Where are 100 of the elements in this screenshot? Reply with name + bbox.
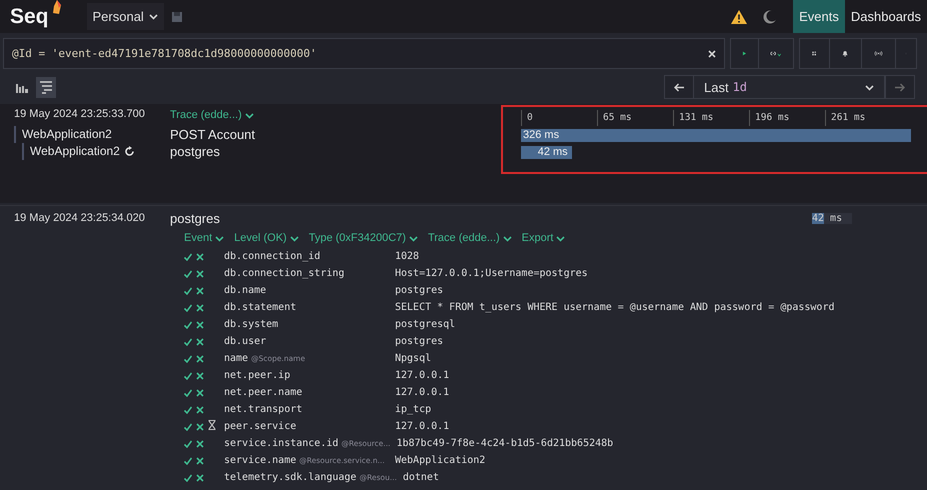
include-filter-icon[interactable] — [184, 354, 192, 362]
save-icon[interactable] — [172, 12, 182, 22]
include-filter-icon[interactable] — [184, 338, 192, 346]
property-name: net.peer.ip — [224, 370, 290, 381]
query-text: @Id = 'event-ed47191e781708dc1d98000000000000' — [12, 47, 318, 60]
property-name: service.instance.id — [224, 438, 338, 449]
property-value: Npgsql — [395, 353, 432, 364]
caret-icon — [865, 84, 874, 90]
exclude-filter-icon[interactable] — [196, 372, 204, 380]
right-arrow-icon — [895, 82, 905, 92]
include-filter-icon[interactable] — [184, 422, 192, 430]
range-label: Last — [704, 80, 729, 94]
include-filter-icon[interactable] — [184, 320, 192, 328]
list-view-icon[interactable] — [36, 76, 56, 98]
exclude-filter-icon[interactable] — [196, 422, 204, 430]
property-value: WebApplication2 — [395, 455, 486, 466]
exclude-filter-icon[interactable] — [196, 252, 204, 260]
include-filter-icon[interactable] — [184, 474, 192, 482]
flame-icon — [52, 0, 61, 14]
action-menu[interactable]: Event — [184, 232, 224, 244]
exclude-filter-icon[interactable] — [196, 320, 204, 328]
property-name: telemetry.sdk.language — [224, 472, 356, 483]
action-menu[interactable]: Level (OK) — [234, 232, 299, 244]
property-value: 127.0.0.1 — [395, 387, 450, 398]
exclude-filter-icon[interactable] — [196, 388, 204, 396]
exclude-filter-icon[interactable] — [196, 270, 204, 278]
action-menu[interactable]: Type (0xF34200C7) — [308, 232, 418, 244]
refresh-icon — [124, 146, 135, 157]
caret-icon — [244, 112, 254, 118]
duration-label: 42 ms — [812, 212, 842, 224]
span-bar: 42 ms — [521, 146, 572, 159]
exclude-filter-icon[interactable] — [196, 406, 204, 414]
trace-link[interactable]: Trace (edde...) — [170, 108, 475, 122]
property-value: 127.0.0.1 — [395, 421, 450, 432]
warning-icon[interactable] — [731, 10, 748, 24]
span-name[interactable]: postgres — [170, 143, 475, 160]
exclude-filter-icon[interactable] — [196, 440, 204, 448]
property-value: postgresql — [395, 319, 456, 330]
action-menu[interactable]: Export — [522, 232, 566, 244]
span-name[interactable]: POST Account — [170, 126, 475, 143]
property-name: service.name — [224, 455, 296, 466]
event-timestamp: 19 May 2024 23:25:34.020 — [13, 212, 146, 224]
include-filter-icon[interactable] — [184, 252, 192, 260]
property-name: db.system — [224, 319, 278, 330]
include-filter-icon[interactable] — [184, 456, 192, 464]
exclude-filter-icon[interactable] — [196, 286, 204, 294]
property-value: Host=127.0.0.1;Username=postgres — [395, 268, 588, 279]
theme-toggle-icon[interactable] — [763, 10, 778, 24]
caret-icon — [556, 234, 566, 242]
exclude-filter-icon[interactable] — [196, 456, 204, 464]
timeline-tick: 261 ms — [825, 110, 901, 126]
left-arrow-icon — [674, 82, 684, 92]
property-name: db.statement — [224, 302, 296, 313]
timeline-tick: 196 ms — [749, 110, 825, 126]
caret-icon — [408, 234, 418, 242]
property-name: name — [224, 353, 248, 364]
include-filter-icon[interactable] — [184, 440, 192, 448]
property-name: db.user — [224, 336, 266, 347]
include-filter-icon[interactable] — [184, 372, 192, 380]
timeline-tick: 65 ms — [597, 110, 673, 126]
action-menu[interactable]: Trace (edde...) — [428, 232, 512, 244]
timeline-tick: 131 ms — [673, 110, 749, 126]
include-filter-icon[interactable] — [184, 406, 192, 414]
caret-icon — [148, 13, 158, 20]
property-name: db.connection_id — [224, 251, 320, 262]
clear-icon[interactable] — [708, 50, 716, 58]
property-value: 1028 — [395, 251, 420, 262]
property-value: 1b87bc49-7f8e-4c24-b1d5-6d21bb65248b — [396, 438, 614, 449]
property-name: net.transport — [224, 404, 302, 415]
exclude-filter-icon[interactable] — [196, 338, 204, 346]
property-name: peer.service — [224, 421, 296, 432]
property-value: postgres — [395, 336, 444, 347]
query-field[interactable]: @Id = 'event-ed47191e781708dc1d98000000000000' — [3, 38, 725, 69]
timeline-tick: 0 — [521, 110, 597, 126]
event-message: postgres — [170, 210, 221, 226]
range-value: 1d — [732, 80, 748, 94]
workspace-dropdown[interactable]: Personal — [86, 3, 164, 30]
exclude-filter-icon[interactable] — [196, 474, 204, 482]
property-value: postgres — [395, 285, 444, 296]
caret-icon — [290, 234, 299, 242]
include-filter-icon[interactable] — [184, 270, 192, 278]
span-service[interactable]: WebApplication2 — [14, 126, 112, 143]
caret-icon — [502, 234, 512, 242]
property-name: db.connection_string — [224, 268, 344, 279]
nav-tab[interactable]: Dashboards — [844, 0, 927, 33]
property-value: 127.0.0.1 — [395, 370, 450, 381]
logo-text: Seq — [10, 4, 49, 28]
nav-tab[interactable]: Events — [793, 0, 845, 33]
exclude-filter-icon[interactable] — [196, 354, 204, 362]
property-name: db.name — [224, 285, 266, 296]
include-filter-icon[interactable] — [184, 286, 192, 294]
property-value: dotnet — [402, 472, 439, 483]
caret-icon — [215, 234, 224, 242]
property-name: net.peer.name — [224, 387, 302, 398]
span-bar: 326 ms — [521, 129, 911, 142]
exclude-filter-icon[interactable] — [196, 304, 204, 312]
include-filter-icon[interactable] — [184, 304, 192, 312]
include-filter-icon[interactable] — [184, 388, 192, 396]
span-service[interactable]: WebApplication2 — [22, 143, 120, 160]
property-value: ip_tcp — [395, 404, 432, 415]
